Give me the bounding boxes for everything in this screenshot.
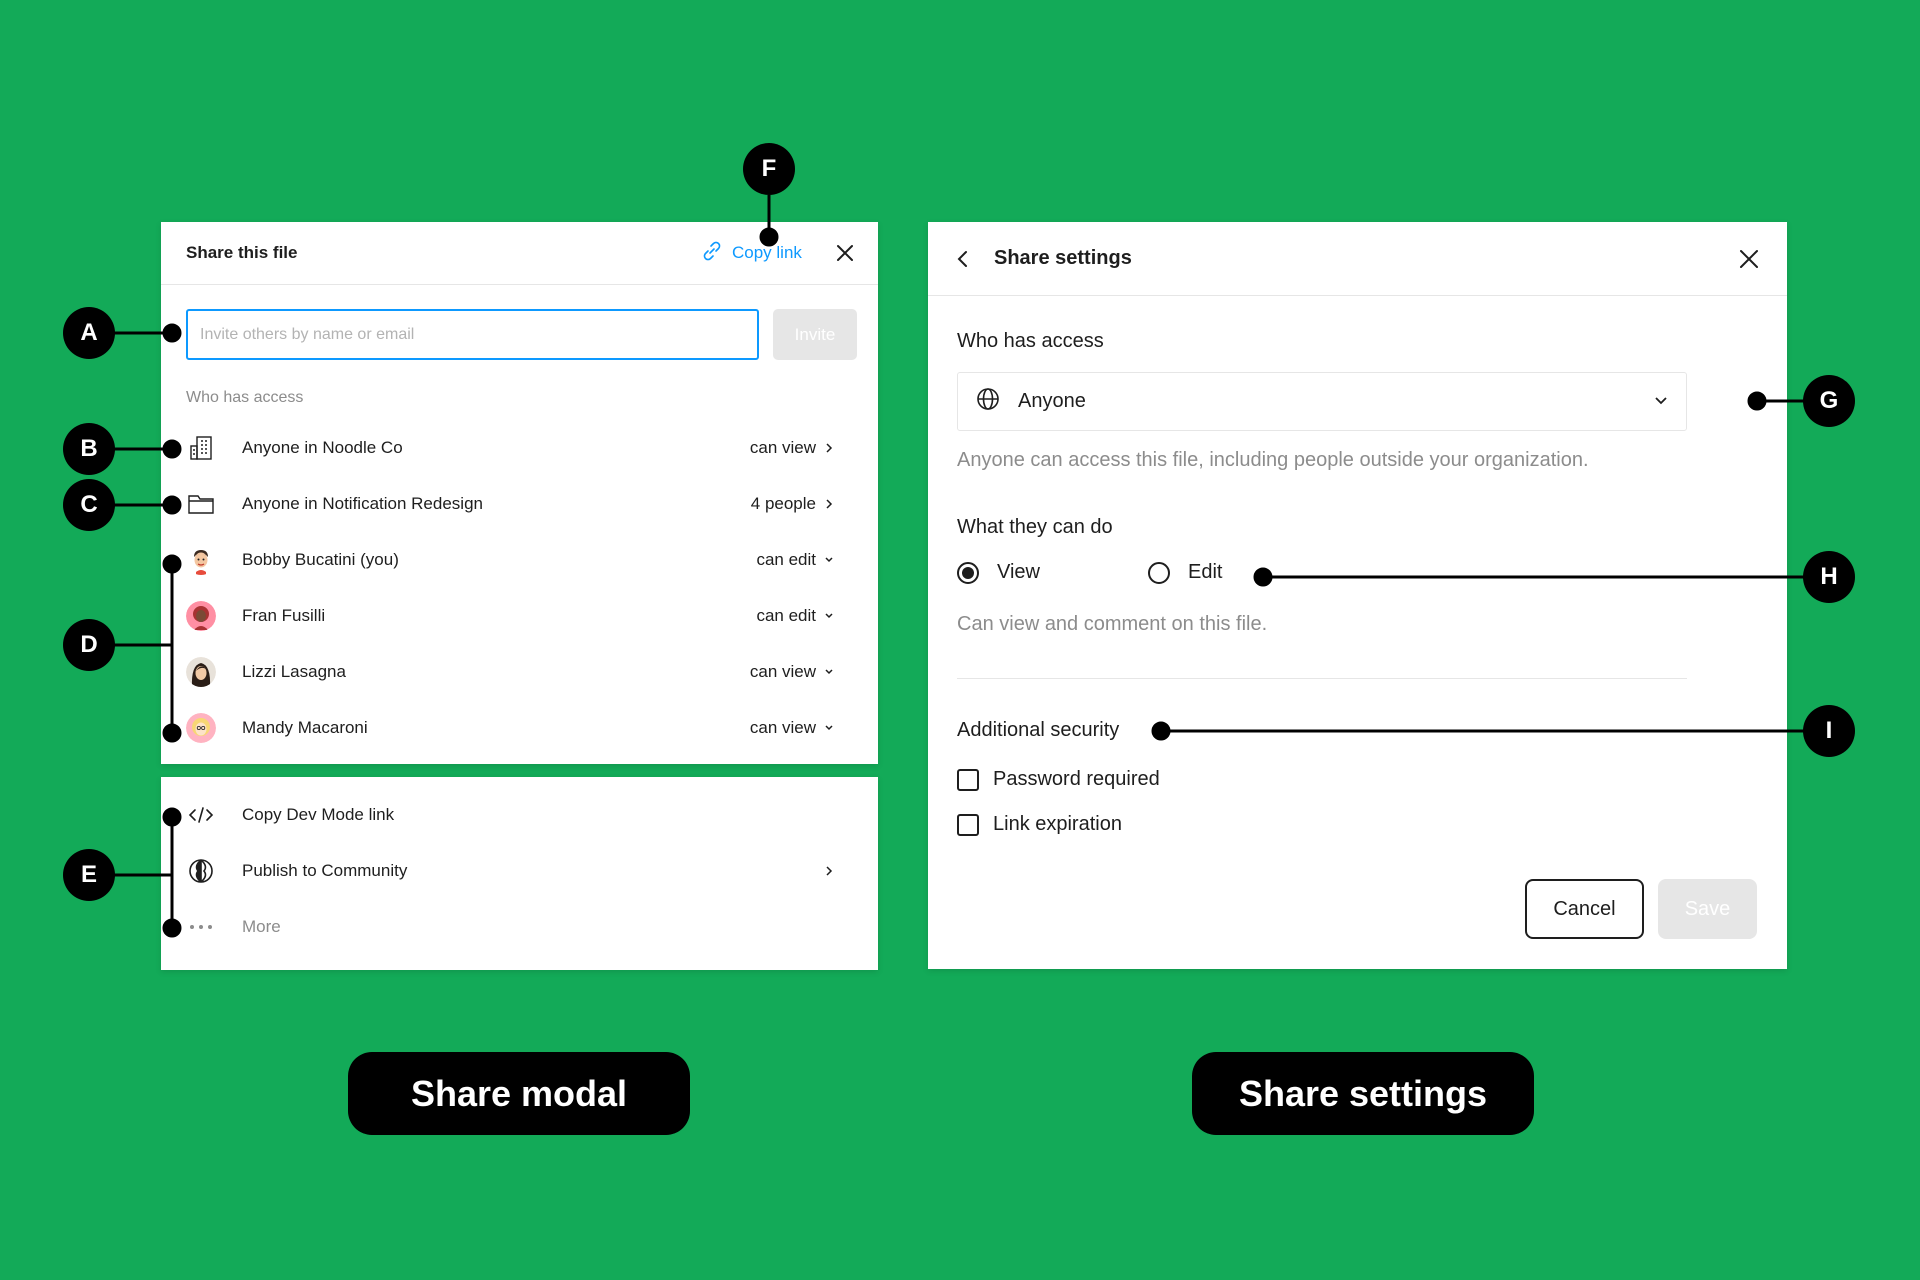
annotation-marker-a: A <box>63 307 115 359</box>
avatar <box>186 601 216 631</box>
divider <box>957 678 1687 679</box>
permission-label: can view <box>749 718 816 737</box>
copy-link-label: Copy link <box>732 243 802 262</box>
view-radio-label: View <box>997 561 1040 583</box>
radio-unselected[interactable] <box>1148 561 1170 584</box>
back-arrow-icon[interactable] <box>952 248 974 270</box>
permission-dropdown[interactable]: can view <box>750 662 858 682</box>
avatar <box>186 713 216 743</box>
password-required-label: Password required <box>993 768 1160 790</box>
access-row-user[interactable]: Bobby Bucatini (you) can edit <box>186 537 858 583</box>
share-modal-header: Share this file Copy link <box>161 222 878 285</box>
cancel-button[interactable]: Cancel <box>1525 879 1644 939</box>
access-row-user[interactable]: Fran Fusilli can edit <box>186 593 858 639</box>
action-label: Publish to Community <box>242 861 408 880</box>
link-expiration-option[interactable]: Link expiration <box>957 813 1122 836</box>
edit-radio-label: Edit <box>1188 561 1223 583</box>
annotation-marker-f: F <box>743 143 795 195</box>
chevron-down-icon <box>825 613 833 619</box>
password-required-option[interactable]: Password required <box>957 768 1160 791</box>
chevron-down-icon <box>1654 393 1668 411</box>
community-globe-icon <box>186 856 216 886</box>
action-label: More <box>242 917 281 936</box>
access-row-label: Bobby Bucatini (you) <box>242 550 399 569</box>
annotation-marker-e: E <box>63 849 115 901</box>
access-row-user[interactable]: Lizzi Lasagna can view <box>186 649 858 695</box>
chevron-down-icon <box>825 557 833 563</box>
building-icon <box>186 433 216 463</box>
permission-label: can edit <box>756 606 816 625</box>
more-action[interactable]: More <box>186 904 858 950</box>
permission-dropdown[interactable]: can view <box>750 438 858 458</box>
chevron-right-icon <box>826 499 833 509</box>
avatar <box>186 545 216 575</box>
radio-selected[interactable] <box>957 561 979 584</box>
what-they-can-do-heading: What they can do <box>957 516 1113 538</box>
globe-icon <box>976 387 1000 416</box>
link-expiration-label: Link expiration <box>993 813 1122 835</box>
annotation-marker-h: H <box>1803 551 1855 603</box>
share-settings-title: Share settings <box>994 247 1132 269</box>
folder-icon <box>186 489 216 519</box>
stage: Share this file Copy link Invite Who has… <box>0 0 1920 1280</box>
people-count-label: 4 people <box>750 494 816 513</box>
caption-share-settings: Share settings <box>1192 1052 1534 1135</box>
invite-input[interactable] <box>186 309 759 360</box>
close-icon[interactable] <box>833 241 857 265</box>
access-help-text: Anyone can access this file, including p… <box>957 449 1589 471</box>
annotation-marker-d: D <box>63 619 115 671</box>
share-modal-actions: Copy Dev Mode link Publish to Community … <box>161 777 878 970</box>
access-row-org[interactable]: Anyone in Noodle Co can view <box>186 425 858 471</box>
access-row-label: Anyone in Noodle Co <box>242 438 403 457</box>
chevron-right-icon <box>824 865 858 877</box>
annotation-marker-g: G <box>1803 375 1855 427</box>
share-modal: Share this file Copy link Invite Who has… <box>161 222 878 764</box>
avatar <box>186 657 216 687</box>
more-dots-icon <box>186 912 216 942</box>
annotation-marker-c: C <box>63 479 115 531</box>
permission-label: can view <box>749 438 816 457</box>
caption-share-modal: Share modal <box>348 1052 690 1135</box>
annotation-marker-i: I <box>1803 705 1855 757</box>
permission-dropdown[interactable]: can edit <box>756 606 858 626</box>
access-row-user[interactable]: Mandy Macaroni can view <box>186 705 858 751</box>
copy-dev-mode-link-action[interactable]: Copy Dev Mode link <box>186 792 858 838</box>
access-row-label: Fran Fusilli <box>242 606 326 625</box>
permission-dropdown[interactable]: can edit <box>756 550 858 570</box>
share-settings-header: Share settings <box>928 222 1787 296</box>
additional-security-heading: Additional security <box>957 719 1120 741</box>
view-radio-option[interactable]: View <box>957 561 1040 584</box>
code-icon <box>186 800 216 830</box>
save-button[interactable]: Save <box>1658 879 1757 939</box>
permission-help-text: Can view and comment on this file. <box>957 613 1268 635</box>
access-level-select[interactable]: Anyone <box>957 372 1687 431</box>
share-settings-panel: Share settings Who has access Anyone Any… <box>928 222 1787 969</box>
chevron-down-icon <box>825 669 833 675</box>
access-level-value: Anyone <box>1018 390 1086 412</box>
access-row-label: Anyone in Notification Redesign <box>242 494 483 513</box>
edit-radio-option[interactable]: Edit <box>1148 561 1222 584</box>
annotation-marker-b: B <box>63 423 115 475</box>
action-label: Copy Dev Mode link <box>242 805 395 824</box>
who-has-access-heading: Who has access <box>957 330 1104 352</box>
access-row-project[interactable]: Anyone in Notification Redesign 4 people <box>186 481 858 527</box>
access-row-label: Mandy Macaroni <box>242 718 368 737</box>
close-icon[interactable] <box>1736 246 1762 272</box>
chevron-right-icon <box>826 443 833 453</box>
access-row-label: Lizzi Lasagna <box>242 662 346 681</box>
invite-button[interactable]: Invite <box>773 309 857 360</box>
link-icon <box>700 239 724 268</box>
password-required-checkbox[interactable] <box>957 768 979 791</box>
permission-label: can view <box>749 662 816 681</box>
link-expiration-checkbox[interactable] <box>957 813 979 836</box>
copy-link-button[interactable]: Copy link <box>700 240 802 266</box>
share-modal-title: Share this file <box>186 243 298 262</box>
publish-to-community-action[interactable]: Publish to Community <box>186 848 858 894</box>
permission-dropdown[interactable]: can view <box>750 718 858 738</box>
chevron-down-icon <box>825 725 833 731</box>
people-count-link[interactable]: 4 people <box>751 494 858 514</box>
who-has-access-label: Who has access <box>186 389 304 406</box>
permission-label: can edit <box>756 550 816 569</box>
